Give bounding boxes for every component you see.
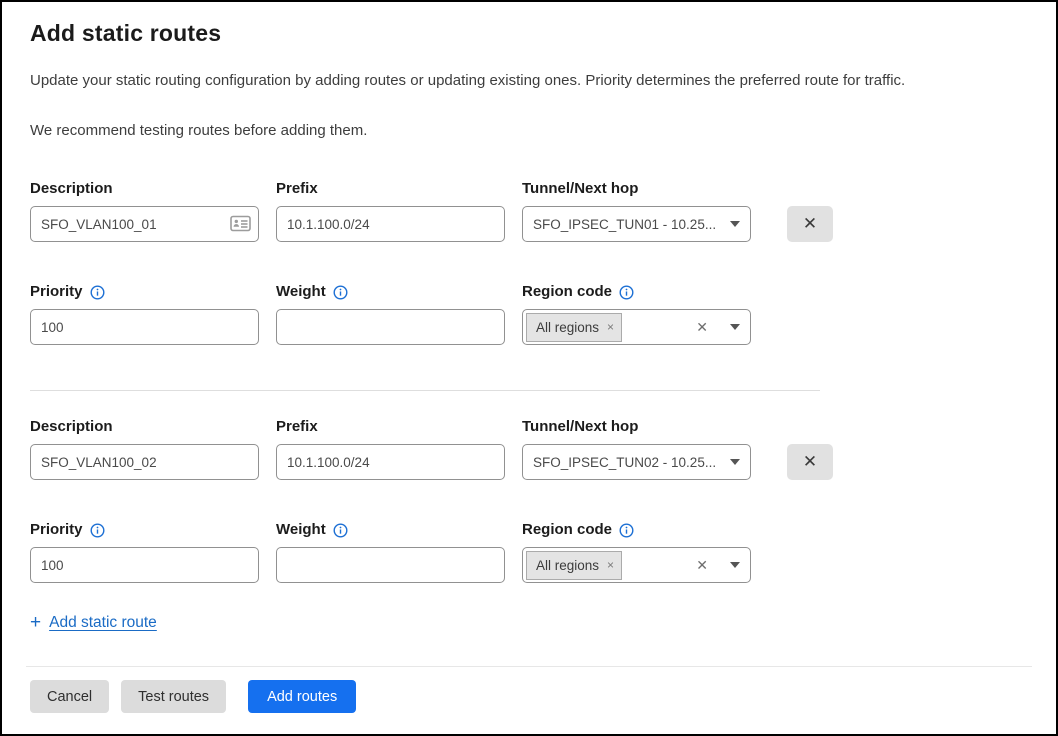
description-input[interactable] (30, 206, 259, 242)
priority-input[interactable] (30, 309, 259, 345)
tunnel-select[interactable]: SFO_IPSEC_TUN01 - 10.25... (522, 206, 751, 242)
description-input[interactable] (30, 444, 259, 480)
route1-secondary-row: Priority Weight (30, 282, 1028, 345)
priority-field-group: Priority (30, 282, 259, 345)
tunnel-field-group: Tunnel/Next hop SFO_IPSEC_TUN02 - 10.25.… (522, 417, 751, 480)
chevron-down-icon (730, 221, 740, 227)
info-icon[interactable] (90, 523, 105, 538)
region-tag: All regions × (526, 313, 622, 342)
region-field-group: Region code All regions × (522, 282, 751, 345)
info-icon[interactable] (619, 523, 634, 538)
route-divider (30, 390, 820, 391)
add-static-route-link[interactable]: + Add static route (30, 614, 157, 632)
region-label-text: Region code (522, 282, 612, 302)
region-multiselect[interactable]: All regions × ✕ (522, 309, 751, 345)
route-entry: Description Prefix Tunnel/Next hop SFO_I… (30, 417, 1028, 583)
add-static-route-label: Add static route (49, 614, 157, 632)
intro-text: Update your static routing configuration… (30, 71, 1028, 91)
region-tag-label: All regions (536, 320, 599, 335)
route-entry: Description (30, 179, 1028, 345)
weight-label: Weight (276, 520, 505, 540)
tag-remove-icon[interactable]: × (607, 558, 614, 572)
cancel-button[interactable]: Cancel (30, 680, 109, 713)
add-routes-button[interactable]: Add routes (248, 680, 356, 713)
description-label: Description (30, 417, 259, 437)
close-icon: ✕ (803, 452, 817, 472)
prefix-field-group: Prefix (276, 179, 505, 242)
priority-label: Priority (30, 282, 259, 302)
footer-actions: Cancel Test routes Add routes (30, 680, 1028, 713)
region-label-text: Region code (522, 520, 612, 540)
priority-input[interactable] (30, 547, 259, 583)
description-field-group: Description (30, 417, 259, 480)
region-multiselect[interactable]: All regions × ✕ (522, 547, 751, 583)
tunnel-selected-value: SFO_IPSEC_TUN02 - 10.25... (533, 455, 722, 470)
footer-divider (26, 666, 1032, 667)
tunnel-label: Tunnel/Next hop (522, 417, 751, 437)
test-routes-button[interactable]: Test routes (121, 680, 226, 713)
info-icon[interactable] (90, 285, 105, 300)
priority-label-text: Priority (30, 520, 83, 540)
weight-input[interactable] (276, 309, 505, 345)
remove-route-button[interactable]: ✕ (787, 444, 833, 480)
description-label: Description (30, 179, 259, 199)
weight-label-text: Weight (276, 520, 326, 540)
region-label: Region code (522, 520, 751, 540)
priority-label-text: Priority (30, 282, 83, 302)
region-tag-label: All regions (536, 558, 599, 573)
recommendation-text: We recommend testing routes before addin… (30, 121, 1028, 141)
close-icon: ✕ (803, 214, 817, 234)
info-icon[interactable] (333, 285, 348, 300)
add-static-routes-dialog: Add static routes Update your static rou… (0, 0, 1058, 736)
chevron-down-icon (730, 459, 740, 465)
region-tag: All regions × (526, 551, 622, 580)
weight-label-text: Weight (276, 282, 326, 302)
tunnel-field-group: Tunnel/Next hop SFO_IPSEC_TUN01 - 10.25.… (522, 179, 751, 242)
clear-selection-icon[interactable]: ✕ (696, 557, 708, 574)
chevron-down-icon (730, 562, 740, 568)
prefix-input[interactable] (276, 206, 505, 242)
autofill-contact-card-icon[interactable] (230, 215, 251, 237)
prefix-label: Prefix (276, 417, 505, 437)
prefix-input[interactable] (276, 444, 505, 480)
tag-remove-icon[interactable]: × (607, 320, 614, 334)
routes-list: Description (30, 179, 1028, 583)
chevron-down-icon (730, 324, 740, 330)
clear-selection-icon[interactable]: ✕ (696, 319, 708, 336)
prefix-field-group: Prefix (276, 417, 505, 480)
plus-icon: + (30, 614, 41, 632)
prefix-label: Prefix (276, 179, 505, 199)
weight-field-group: Weight (276, 282, 505, 345)
page-title: Add static routes (30, 20, 1028, 47)
region-field-group: Region code All regions × (522, 520, 751, 583)
region-label: Region code (522, 282, 751, 302)
info-icon[interactable] (333, 523, 348, 538)
tunnel-select[interactable]: SFO_IPSEC_TUN02 - 10.25... (522, 444, 751, 480)
info-icon[interactable] (619, 285, 634, 300)
tunnel-selected-value: SFO_IPSEC_TUN01 - 10.25... (533, 217, 722, 232)
route2-main-row: Description Prefix Tunnel/Next hop SFO_I… (30, 417, 1028, 480)
weight-label: Weight (276, 282, 505, 302)
route2-secondary-row: Priority Weight (30, 520, 1028, 583)
description-field-group: Description (30, 179, 259, 242)
remove-route-button[interactable]: ✕ (787, 206, 833, 242)
tunnel-label: Tunnel/Next hop (522, 179, 751, 199)
weight-input[interactable] (276, 547, 505, 583)
priority-field-group: Priority (30, 520, 259, 583)
priority-label: Priority (30, 520, 259, 540)
weight-field-group: Weight (276, 520, 505, 583)
route1-main-row: Description (30, 179, 1028, 242)
